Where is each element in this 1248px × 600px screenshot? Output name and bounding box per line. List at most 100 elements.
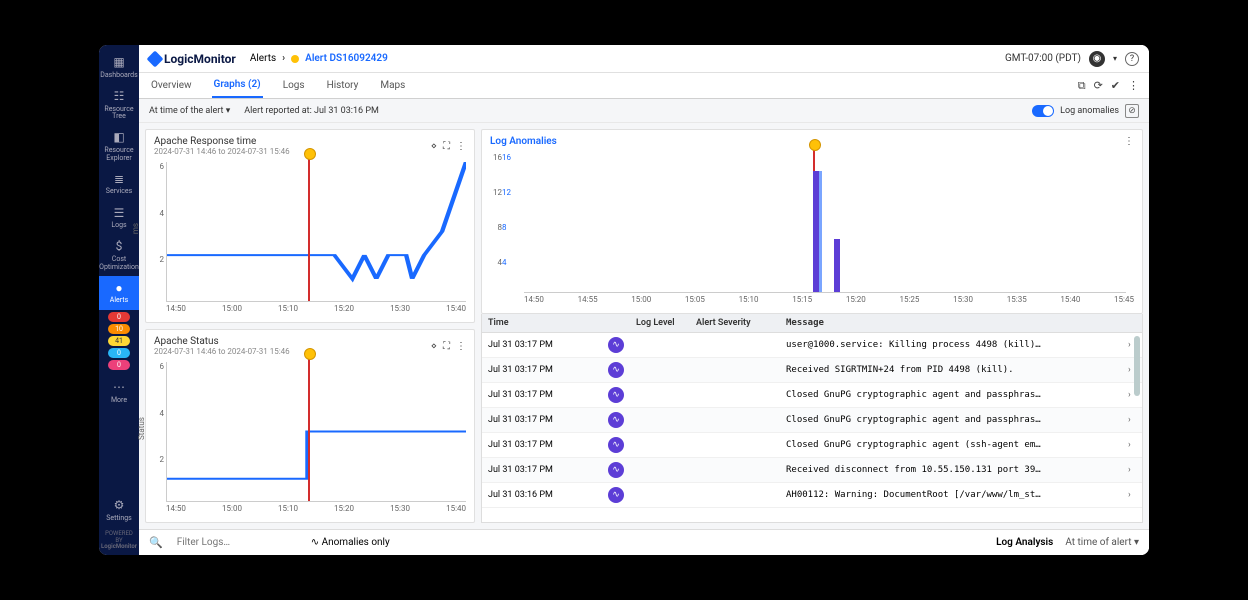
table-row[interactable]: Jul 31 03:17 PM∿Received disconnect from… xyxy=(482,458,1142,483)
sidebar-item-resource-tree[interactable]: ☷Resource Tree xyxy=(99,85,139,126)
time-scope-dropdown[interactable]: At time of alert ▾ xyxy=(1065,537,1139,548)
alert-pill-warn[interactable]: 41 xyxy=(108,336,130,346)
alert-pill-critical[interactable]: 0 xyxy=(108,312,130,322)
expand-icon[interactable]: ⛶ xyxy=(443,141,450,152)
filter-logs-input[interactable] xyxy=(177,537,297,548)
sidebar-item-resource-explorer[interactable]: ◧Resource Explorer xyxy=(99,126,139,167)
bar xyxy=(834,239,840,292)
cell-anomaly-icon: ∿ xyxy=(602,458,630,482)
sidebar-item-cost[interactable]: $Cost Optimization xyxy=(99,235,139,276)
expand-row-icon[interactable]: › xyxy=(1122,461,1142,479)
chevron-right-icon: › xyxy=(282,53,285,64)
sidebar-item-services[interactable]: ≣Services xyxy=(99,167,139,201)
col-message[interactable]: Message xyxy=(780,314,1122,332)
chevron-down-icon[interactable]: ▾ xyxy=(1113,54,1117,63)
tab-overview[interactable]: Overview xyxy=(149,74,194,97)
cell-anomaly-icon: ∿ xyxy=(602,408,630,432)
kebab-icon[interactable]: ⋮ xyxy=(456,141,466,152)
alert-marker xyxy=(308,154,310,301)
main: LogicMonitor Alerts › Alert DS16092429 G… xyxy=(139,45,1149,555)
cell-time: Jul 31 03:17 PM xyxy=(482,411,602,429)
product-logo[interactable]: LogicMonitor xyxy=(149,52,236,66)
cell-anomaly-icon: ∿ xyxy=(602,483,630,507)
alert-count-pills: 0 10 41 0 0 xyxy=(108,312,130,370)
ops-icon[interactable]: ⋄ xyxy=(431,341,437,352)
expand-row-icon[interactable]: › xyxy=(1122,436,1142,454)
x-axis: 14:5015:0015:1015:2015:3015:40 xyxy=(166,504,466,518)
cell-message: Received SIGRTMIN+24 from PID 4498 (kill… xyxy=(780,361,1122,379)
cell-severity xyxy=(690,341,780,349)
alert-marker xyxy=(308,354,310,501)
breadcrumb-alert[interactable]: Alert DS16092429 xyxy=(305,53,388,64)
log-analysis-link[interactable]: Log Analysis xyxy=(996,537,1053,548)
col-level[interactable]: Log Level xyxy=(630,314,690,332)
dots-icon: ⋯ xyxy=(112,381,126,395)
cell-message: AH00112: Warning: DocumentRoot [/var/www… xyxy=(780,486,1122,504)
sidebar-item-dashboards[interactable]: ▦Dashboards xyxy=(99,51,139,85)
col-time[interactable]: Time xyxy=(482,314,602,332)
kebab-icon[interactable]: ⋮ xyxy=(1124,136,1134,147)
cell-anomaly-icon: ∿ xyxy=(602,333,630,357)
chart-plot[interactable] xyxy=(166,162,466,302)
expand-row-icon[interactable]: › xyxy=(1122,411,1142,429)
cell-severity xyxy=(690,416,780,424)
tab-history[interactable]: History xyxy=(325,74,361,97)
logo-icon xyxy=(147,50,164,67)
check-icon[interactable]: ✔ xyxy=(1111,79,1120,93)
tab-graphs[interactable]: Graphs (2) xyxy=(212,73,263,98)
log-anomalies-label: Log anomalies xyxy=(1060,106,1119,116)
breadcrumb-root[interactable]: Alerts xyxy=(250,53,276,64)
expand-row-icon[interactable]: › xyxy=(1122,486,1142,504)
y-axis: 642 xyxy=(148,162,164,302)
time-mode-dropdown[interactable]: At time of the alert ▾ xyxy=(149,106,230,116)
dollar-icon: $ xyxy=(112,240,126,254)
bell-icon: ● xyxy=(112,281,126,295)
cell-message: Closed GnuPG cryptographic agent and pas… xyxy=(780,411,1122,429)
expand-icon[interactable]: ⛶ xyxy=(443,341,450,352)
link-icon[interactable]: ⧉ xyxy=(1078,79,1086,93)
tab-maps[interactable]: Maps xyxy=(378,74,407,97)
sidebar-item-alerts[interactable]: ●Alerts xyxy=(99,276,139,310)
panel-title: Apache Response time xyxy=(154,136,290,147)
y-axis: 642 xyxy=(148,362,164,502)
search-icon: 🔍 xyxy=(149,536,163,549)
scrollbar[interactable] xyxy=(1134,336,1140,396)
table-row[interactable]: Jul 31 03:17 PM∿Received SIGRTMIN+24 fro… xyxy=(482,358,1142,383)
alert-pill-error[interactable]: 10 xyxy=(108,324,130,334)
log-table: Time Log Level Alert Severity Message Ju… xyxy=(481,314,1143,523)
timezone-label: GMT-07:00 (PDT) xyxy=(1005,53,1081,64)
col-severity[interactable]: Alert Severity xyxy=(690,314,780,332)
table-row[interactable]: Jul 31 03:16 PM∿AH00112: Warning: Docume… xyxy=(482,483,1142,508)
cell-level xyxy=(630,366,690,374)
chart-plot[interactable] xyxy=(524,153,1126,293)
ops-icon[interactable]: ⋄ xyxy=(431,141,437,152)
cell-anomaly-icon: ∿ xyxy=(602,383,630,407)
x-axis: 14:5015:0015:1015:2015:3015:40 xyxy=(166,304,466,318)
y-axis-label: Status xyxy=(137,417,146,440)
pulse-icon: ∿ xyxy=(608,487,624,503)
anomaly-filter-icon[interactable]: ⊘ xyxy=(1125,104,1139,118)
cell-level xyxy=(630,416,690,424)
sidebar-item-settings[interactable]: ⚙Settings xyxy=(99,494,139,528)
tree-icon: ☷ xyxy=(112,90,126,104)
chart-plot[interactable] xyxy=(166,362,466,502)
y-axis: 161284 xyxy=(486,153,502,293)
y-axis-secondary: 161284 xyxy=(502,153,518,293)
sidebar-item-more[interactable]: ⋯More xyxy=(99,376,139,410)
panel-log-anomalies: Log Anomalies ⋮ 161284 161284 xyxy=(481,129,1143,314)
alert-pill-info[interactable]: 0 xyxy=(108,348,130,358)
log-anomalies-toggle[interactable] xyxy=(1032,105,1054,117)
alert-pill-other[interactable]: 0 xyxy=(108,360,130,370)
table-row[interactable]: Jul 31 03:17 PM∿ Closed GnuPG cryptograph… xyxy=(482,408,1142,433)
pulse-icon: ∿ xyxy=(608,362,624,378)
table-row[interactable]: Jul 31 03:17 PM∿Closed GnuPG cryptograph… xyxy=(482,383,1142,408)
refresh-icon[interactable]: ⟳ xyxy=(1094,79,1103,93)
table-row[interactable]: Jul 31 03:17 PM∿Closed GnuPG cryptograph… xyxy=(482,433,1142,458)
tab-logs[interactable]: Logs xyxy=(281,74,307,97)
table-row[interactable]: Jul 31 03:17 PM∿user@1000.service: Killi… xyxy=(482,333,1142,358)
anomalies-only-toggle[interactable]: ∿ Anomalies only xyxy=(311,537,390,548)
kebab-icon[interactable]: ⋮ xyxy=(456,341,466,352)
user-avatar[interactable]: ◉ xyxy=(1089,51,1105,67)
help-icon[interactable]: ? xyxy=(1125,52,1139,66)
kebab-icon[interactable]: ⋮ xyxy=(1128,79,1139,93)
